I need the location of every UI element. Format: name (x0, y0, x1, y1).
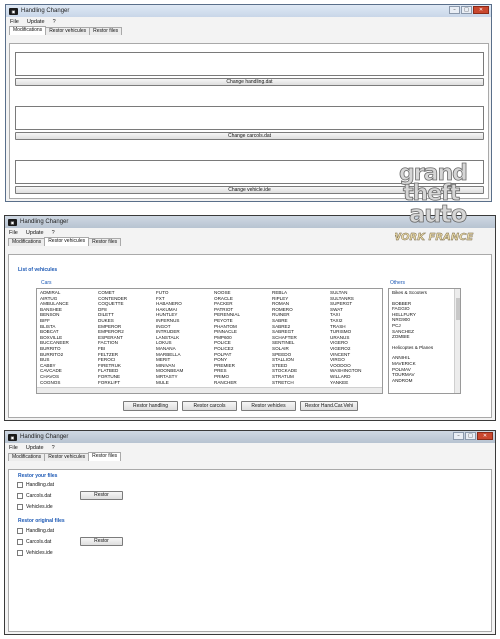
checkbox-label: Vehicles.ide (26, 504, 53, 510)
cars-list[interactable]: SULTAN SULTANRS SUPERGT SWAT TAXI TAXI2 TRASH T… (36, 288, 383, 394)
car-item[interactable]: STRETCH (272, 380, 330, 386)
others-label: Others (390, 280, 406, 286)
tab-modifications[interactable]: Modifications (9, 26, 47, 35)
restor-handling-button[interactable]: Restor handling (123, 401, 178, 411)
original-vehicles-checkbox-row[interactable]: Vehicles.ide (17, 550, 53, 556)
checkbox[interactable] (17, 493, 23, 499)
cars-label: Cars (41, 280, 52, 286)
close-button[interactable]: ✕ (473, 6, 489, 14)
window-title: Handling Changer (20, 219, 69, 225)
menu-file[interactable]: File (9, 230, 18, 236)
menu-update[interactable]: Update (27, 19, 45, 25)
menu-update[interactable]: Update (26, 230, 44, 236)
gta-network-france-logo: grand theft auto NETWORK FRANCE (395, 161, 474, 242)
checkbox-label: Carcols.dat (26, 539, 52, 545)
tab-restor-vehicules[interactable]: Restor vehicules (44, 453, 90, 461)
your-carcols-checkbox-row[interactable]: Carcols.dat (17, 493, 51, 499)
app-icon: ▣ (9, 7, 18, 15)
logo-line-4: NETWORK FRANCE (395, 232, 473, 242)
tab-modifications[interactable]: Modifications (8, 238, 46, 246)
your-vehicles-checkbox-row[interactable]: Vehicles.ide (17, 504, 53, 510)
car-item[interactable]: MULE (156, 380, 214, 386)
tab-restor-vehicules[interactable]: Restor vehicules (45, 27, 91, 35)
change-handling-button[interactable]: Change handling.dat (15, 78, 484, 86)
original-carcols-checkbox-row[interactable]: Carcols.dat (17, 539, 51, 545)
window-title: Handling Changer (20, 434, 69, 440)
window-restor-vehicules: ▣ Handling Changer File Update ? Modific… (4, 215, 496, 421)
car-item[interactable]: FORKLIFT (98, 380, 156, 386)
logo-line-3: auto (409, 200, 467, 228)
restor-vehicles-button[interactable]: Restor vehicles (241, 401, 296, 411)
menu-file[interactable]: File (9, 445, 18, 451)
menu-file[interactable]: File (10, 19, 19, 25)
your-handling-checkbox-row[interactable]: Handling.dat (17, 482, 54, 488)
tab-strip: Modifications Restor vehicules Restor fi… (5, 452, 495, 461)
minimize-button[interactable]: – (453, 432, 464, 440)
tab-restor-vehicules[interactable]: Restor vehicules (44, 237, 90, 246)
close-button[interactable]: ✕ (477, 432, 493, 440)
restor-all-button[interactable]: Restor Hand.Car.Vehi (300, 401, 358, 411)
cars-column: COMET CONTENDER COQUETTE DF8 DILETT DUKES EMPE… (98, 290, 156, 385)
vertical-scrollbar[interactable] (454, 289, 460, 393)
cars-column: SULTAN SULTANRS SUPERGT SWAT TAXI TAXI2 TRASH T… (330, 290, 382, 386)
tab-restor-files[interactable]: Restor files (88, 238, 122, 246)
car-item[interactable]: COGNOS (40, 380, 98, 386)
restor-your-files-title: Restor your files (18, 473, 58, 479)
title-bar[interactable]: ▣ Handling Changer – □ ✕ (5, 431, 495, 443)
tab-restor-files[interactable]: Restor files (88, 452, 122, 461)
others-item[interactable]: ANDROM (389, 378, 460, 384)
others-content: Bikes & Scooters BOBBER FAGGIO HELLFURY NRG9… (389, 289, 460, 383)
cars-column: NOOSE ORACLE PACKER PATRIOT PERENNIAL PEYOTE P… (214, 290, 272, 385)
original-handling-checkbox-row[interactable]: Handling.dat (17, 528, 54, 534)
change-carcols-button[interactable]: Change carcols.dat (15, 132, 484, 140)
tab-restor-files[interactable]: Restor files (89, 27, 123, 35)
checkbox-label: Handling.dat (26, 528, 55, 534)
tab-strip: Modifications Restor vehicules Restor fi… (6, 26, 491, 35)
checkbox[interactable] (17, 528, 23, 534)
carcols-text-area[interactable] (15, 106, 484, 130)
window-restor-files: ▣ Handling Changer – □ ✕ File Update ? M… (4, 430, 496, 635)
cars-column: ADMIRAL AIRTUG AMBULANCE BANSHEE BENSON BIFF B… (40, 290, 98, 385)
restor-your-files-button[interactable]: Restor (80, 491, 123, 500)
menu-help[interactable]: ? (52, 230, 55, 236)
restor-carcols-button[interactable]: Restor carcols (182, 401, 237, 411)
car-item[interactable]: RANCHER (214, 380, 272, 386)
maximize-button[interactable]: □ (461, 6, 472, 14)
app-icon: ▣ (8, 433, 17, 441)
menu-update[interactable]: Update (26, 445, 44, 451)
menu-help[interactable]: ? (52, 445, 55, 451)
minimize-button[interactable]: – (449, 6, 460, 14)
others-list[interactable]: Bikes & Scooters BOBBER FAGGIO HELLFURY NRG9… (388, 288, 461, 394)
menu-help[interactable]: ? (53, 19, 56, 25)
maximize-button[interactable]: □ (465, 432, 476, 440)
checkbox[interactable] (17, 482, 23, 488)
menu-bar: File Update ? (6, 17, 491, 26)
checkbox[interactable] (17, 504, 23, 510)
checkbox[interactable] (17, 539, 23, 545)
restor-original-files-title: Restor original files (18, 518, 65, 524)
list-of-vehicules-title: List of vehicules (18, 267, 58, 273)
horizontal-scrollbar[interactable] (37, 387, 382, 393)
cars-column: REBLA RIPLEY ROMAN ROMERO RUINER SABRE SABRE2 S… (272, 290, 330, 385)
restor-original-files-button[interactable]: Restor (80, 537, 123, 546)
car-item[interactable]: YANKEE (330, 380, 382, 386)
app-icon: ▣ (8, 218, 17, 226)
cars-column: FUTO FXT HABANERO HAKUMAI HUNTLEY INFERNUS ING… (156, 290, 214, 385)
checkbox-label: Carcols.dat (26, 493, 52, 499)
checkbox-label: Vehicles.ide (26, 550, 53, 556)
checkbox[interactable] (17, 550, 23, 556)
handling-text-area[interactable] (15, 52, 484, 76)
checkbox-label: Handling.dat (26, 482, 55, 488)
menu-bar: File Update ? (5, 443, 495, 452)
scrollbar-thumb[interactable] (456, 298, 460, 320)
title-bar[interactable]: ▣ Handling Changer – □ ✕ (6, 5, 491, 17)
tab-modifications[interactable]: Modifications (8, 453, 46, 461)
window-title: Handling Changer (21, 8, 70, 14)
